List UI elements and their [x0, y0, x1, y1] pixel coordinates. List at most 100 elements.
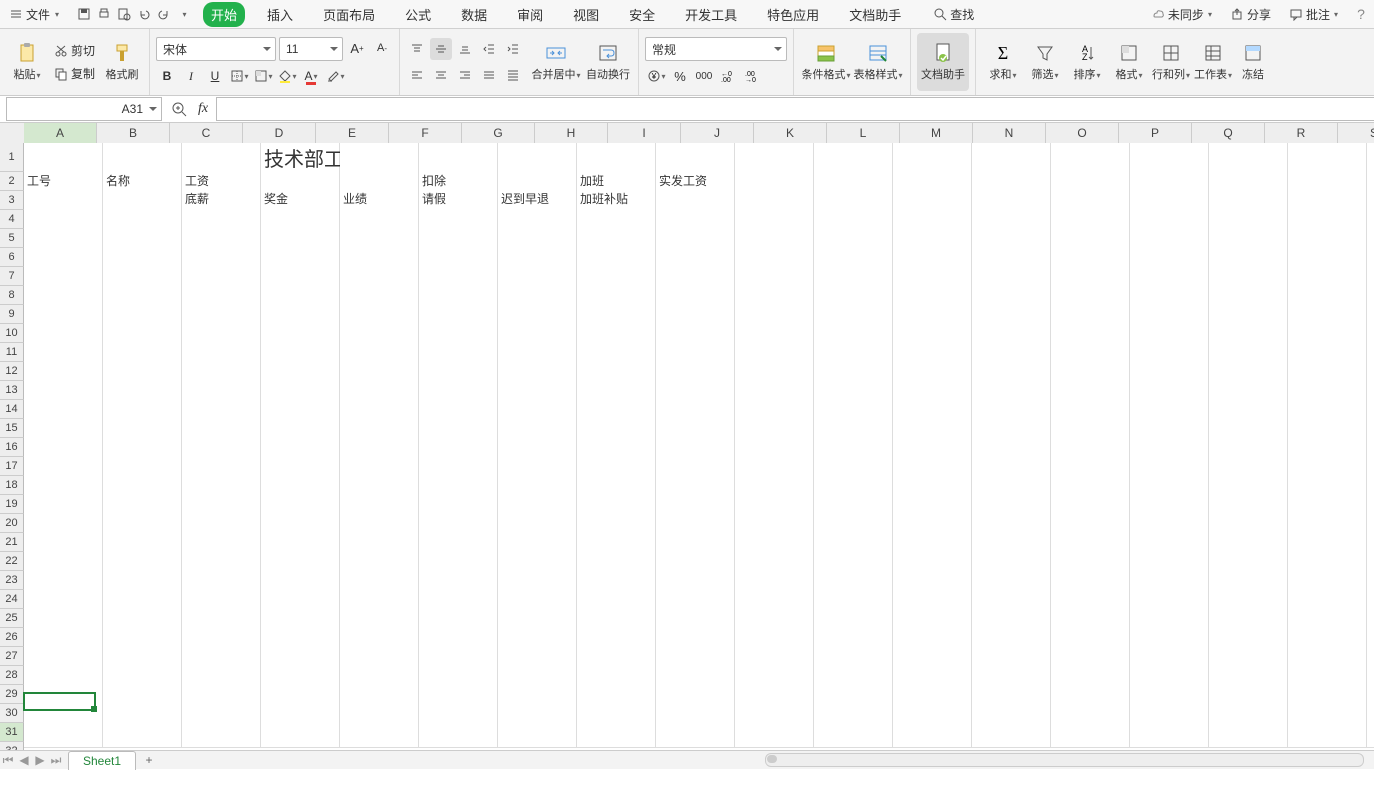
cell[interactable] [261, 657, 340, 676]
cell[interactable] [577, 261, 656, 280]
cell[interactable] [1051, 369, 1130, 388]
cell[interactable] [735, 567, 814, 586]
row-header[interactable]: 19 [0, 495, 24, 514]
cell[interactable] [498, 315, 577, 334]
cell[interactable] [1288, 333, 1367, 352]
cell[interactable] [261, 459, 340, 478]
horizontal-scrollbar[interactable] [765, 753, 1364, 767]
cell[interactable] [1130, 639, 1209, 658]
cell[interactable] [182, 225, 261, 244]
cell[interactable] [24, 405, 103, 424]
cell[interactable] [893, 387, 972, 406]
cell[interactable] [498, 333, 577, 352]
cell[interactable] [656, 315, 735, 334]
format-button[interactable]: 格式▾ [1108, 33, 1150, 91]
cell[interactable] [1130, 333, 1209, 352]
row-header[interactable]: 15 [0, 419, 24, 438]
redo-icon[interactable] [155, 5, 173, 23]
cell[interactable]: 名称 [103, 171, 182, 190]
table-style-button[interactable]: 表格样式▾ [852, 33, 904, 91]
cell[interactable] [498, 387, 577, 406]
cell[interactable] [1367, 207, 1374, 226]
column-header[interactable]: K [754, 123, 827, 144]
cell[interactable] [261, 477, 340, 496]
cell[interactable] [103, 189, 182, 208]
cell[interactable] [103, 603, 182, 622]
wrap-text-button[interactable]: 自动换行 [584, 33, 632, 91]
cell[interactable] [735, 333, 814, 352]
cell[interactable] [340, 261, 419, 280]
cell[interactable] [1130, 441, 1209, 460]
column-header[interactable]: S [1338, 123, 1374, 144]
cell[interactable] [24, 531, 103, 550]
cell[interactable] [1209, 549, 1288, 568]
cell[interactable] [1367, 711, 1374, 730]
cell[interactable]: 迟到早退 [498, 189, 577, 208]
cell[interactable] [1367, 675, 1374, 694]
cell[interactable] [1367, 621, 1374, 640]
cell[interactable] [24, 189, 103, 208]
cell[interactable] [656, 639, 735, 658]
cell[interactable] [182, 513, 261, 532]
cell[interactable] [182, 639, 261, 658]
cell[interactable] [1288, 549, 1367, 568]
cell[interactable] [103, 567, 182, 586]
formula-input[interactable] [216, 97, 1374, 121]
percent-icon[interactable]: % [669, 65, 691, 87]
cell[interactable] [814, 423, 893, 442]
italic-icon[interactable]: I [180, 65, 202, 87]
row-header[interactable]: 28 [0, 666, 24, 685]
cell[interactable]: 加班 [577, 171, 656, 190]
cell[interactable] [24, 243, 103, 262]
cell[interactable] [419, 459, 498, 478]
cell[interactable] [577, 711, 656, 730]
cell[interactable]: 实发工资 [656, 171, 735, 190]
cell[interactable] [735, 729, 814, 748]
cell[interactable] [498, 711, 577, 730]
cell[interactable] [261, 315, 340, 334]
cell[interactable] [656, 423, 735, 442]
cell[interactable] [972, 585, 1051, 604]
cell[interactable] [893, 603, 972, 622]
cell[interactable] [972, 531, 1051, 550]
cell[interactable] [498, 567, 577, 586]
cell[interactable] [735, 549, 814, 568]
row-header[interactable]: 6 [0, 248, 24, 267]
cell[interactable] [1288, 657, 1367, 676]
align-bottom-icon[interactable] [454, 38, 476, 60]
cell[interactable] [1288, 603, 1367, 622]
cell[interactable] [893, 621, 972, 640]
cell[interactable] [1209, 693, 1288, 712]
cell[interactable] [972, 441, 1051, 460]
increase-indent-icon[interactable] [502, 38, 524, 60]
cell[interactable] [182, 675, 261, 694]
cell[interactable] [340, 297, 419, 316]
cell[interactable] [1367, 405, 1374, 424]
cell[interactable] [498, 143, 577, 172]
cell[interactable] [577, 405, 656, 424]
cell[interactable] [1130, 459, 1209, 478]
cell[interactable] [182, 603, 261, 622]
cell[interactable] [1130, 477, 1209, 496]
cell[interactable] [972, 351, 1051, 370]
cell[interactable] [1367, 567, 1374, 586]
cell[interactable] [577, 351, 656, 370]
row-header[interactable]: 3 [0, 191, 24, 210]
cell[interactable] [103, 315, 182, 334]
cell[interactable] [1130, 531, 1209, 550]
cell[interactable] [735, 369, 814, 388]
cell[interactable] [1130, 225, 1209, 244]
cell[interactable] [24, 675, 103, 694]
cell[interactable] [182, 477, 261, 496]
cell[interactable] [577, 621, 656, 640]
cell[interactable] [24, 621, 103, 640]
column-header[interactable]: F [389, 123, 462, 144]
cell[interactable] [1367, 171, 1374, 190]
cell[interactable] [419, 513, 498, 532]
cell[interactable] [1288, 675, 1367, 694]
cell[interactable] [577, 585, 656, 604]
cell[interactable] [1051, 693, 1130, 712]
cell[interactable] [419, 477, 498, 496]
row-header[interactable]: 12 [0, 362, 24, 381]
cell[interactable] [1209, 639, 1288, 658]
